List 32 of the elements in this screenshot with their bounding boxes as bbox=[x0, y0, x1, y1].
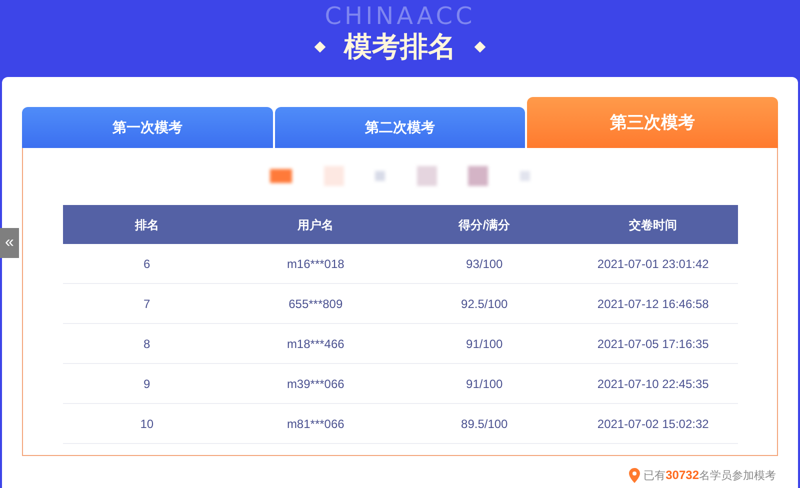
table-cell-text: 2021-07-12 16:46:58 bbox=[596, 296, 710, 312]
page-title: 模考排名 bbox=[344, 30, 456, 64]
table-cell-text: 7 bbox=[142, 296, 152, 312]
table-cell-text: 91/100 bbox=[465, 376, 504, 392]
exam-tab[interactable]: 第三次模考 bbox=[527, 97, 778, 148]
background-lettering: CHINAACC bbox=[324, 3, 476, 29]
column-header: 交卷时间 bbox=[628, 216, 678, 234]
table-cell-text: 10 bbox=[139, 416, 155, 432]
table-cell-text: 655***809 bbox=[288, 296, 344, 312]
table-cell-text: m18***466 bbox=[286, 336, 346, 352]
table-cell-text: 91/100 bbox=[465, 336, 504, 352]
table-cell-text: 2021-07-05 17:16:35 bbox=[596, 336, 710, 352]
table-cell-text: 9 bbox=[142, 376, 152, 392]
exam-tab[interactable]: 第二次模考 bbox=[274, 107, 526, 148]
column-header: 得分/满分 bbox=[457, 216, 512, 234]
table-cell-text: 8 bbox=[142, 336, 152, 352]
table-cell-text: 92.5/100 bbox=[460, 296, 509, 312]
table-cell-text: m81***066 bbox=[286, 416, 346, 432]
table-cell-text: 93/100 bbox=[465, 256, 504, 272]
column-header: 用户名 bbox=[296, 216, 335, 234]
table-cell-text: m39***066 bbox=[286, 376, 346, 392]
participant-count-text: 已有30732名学员参加模考 bbox=[644, 467, 776, 484]
table-cell-text: m16***018 bbox=[286, 256, 346, 272]
location-pin-icon bbox=[628, 468, 640, 483]
collapse-button[interactable]: « bbox=[0, 228, 19, 258]
table-cell-text: 2021-07-02 15:02:32 bbox=[596, 416, 710, 432]
exam-tab[interactable]: 第一次模考 bbox=[22, 107, 273, 148]
table-cell-text: 2021-07-01 23:01:42 bbox=[596, 256, 710, 272]
table-cell-text: 2021-07-10 22:45:35 bbox=[596, 376, 710, 392]
table-cell-text: 6 bbox=[142, 256, 152, 272]
column-header: 排名 bbox=[134, 216, 160, 234]
table-cell-text: 89.5/100 bbox=[460, 416, 509, 432]
